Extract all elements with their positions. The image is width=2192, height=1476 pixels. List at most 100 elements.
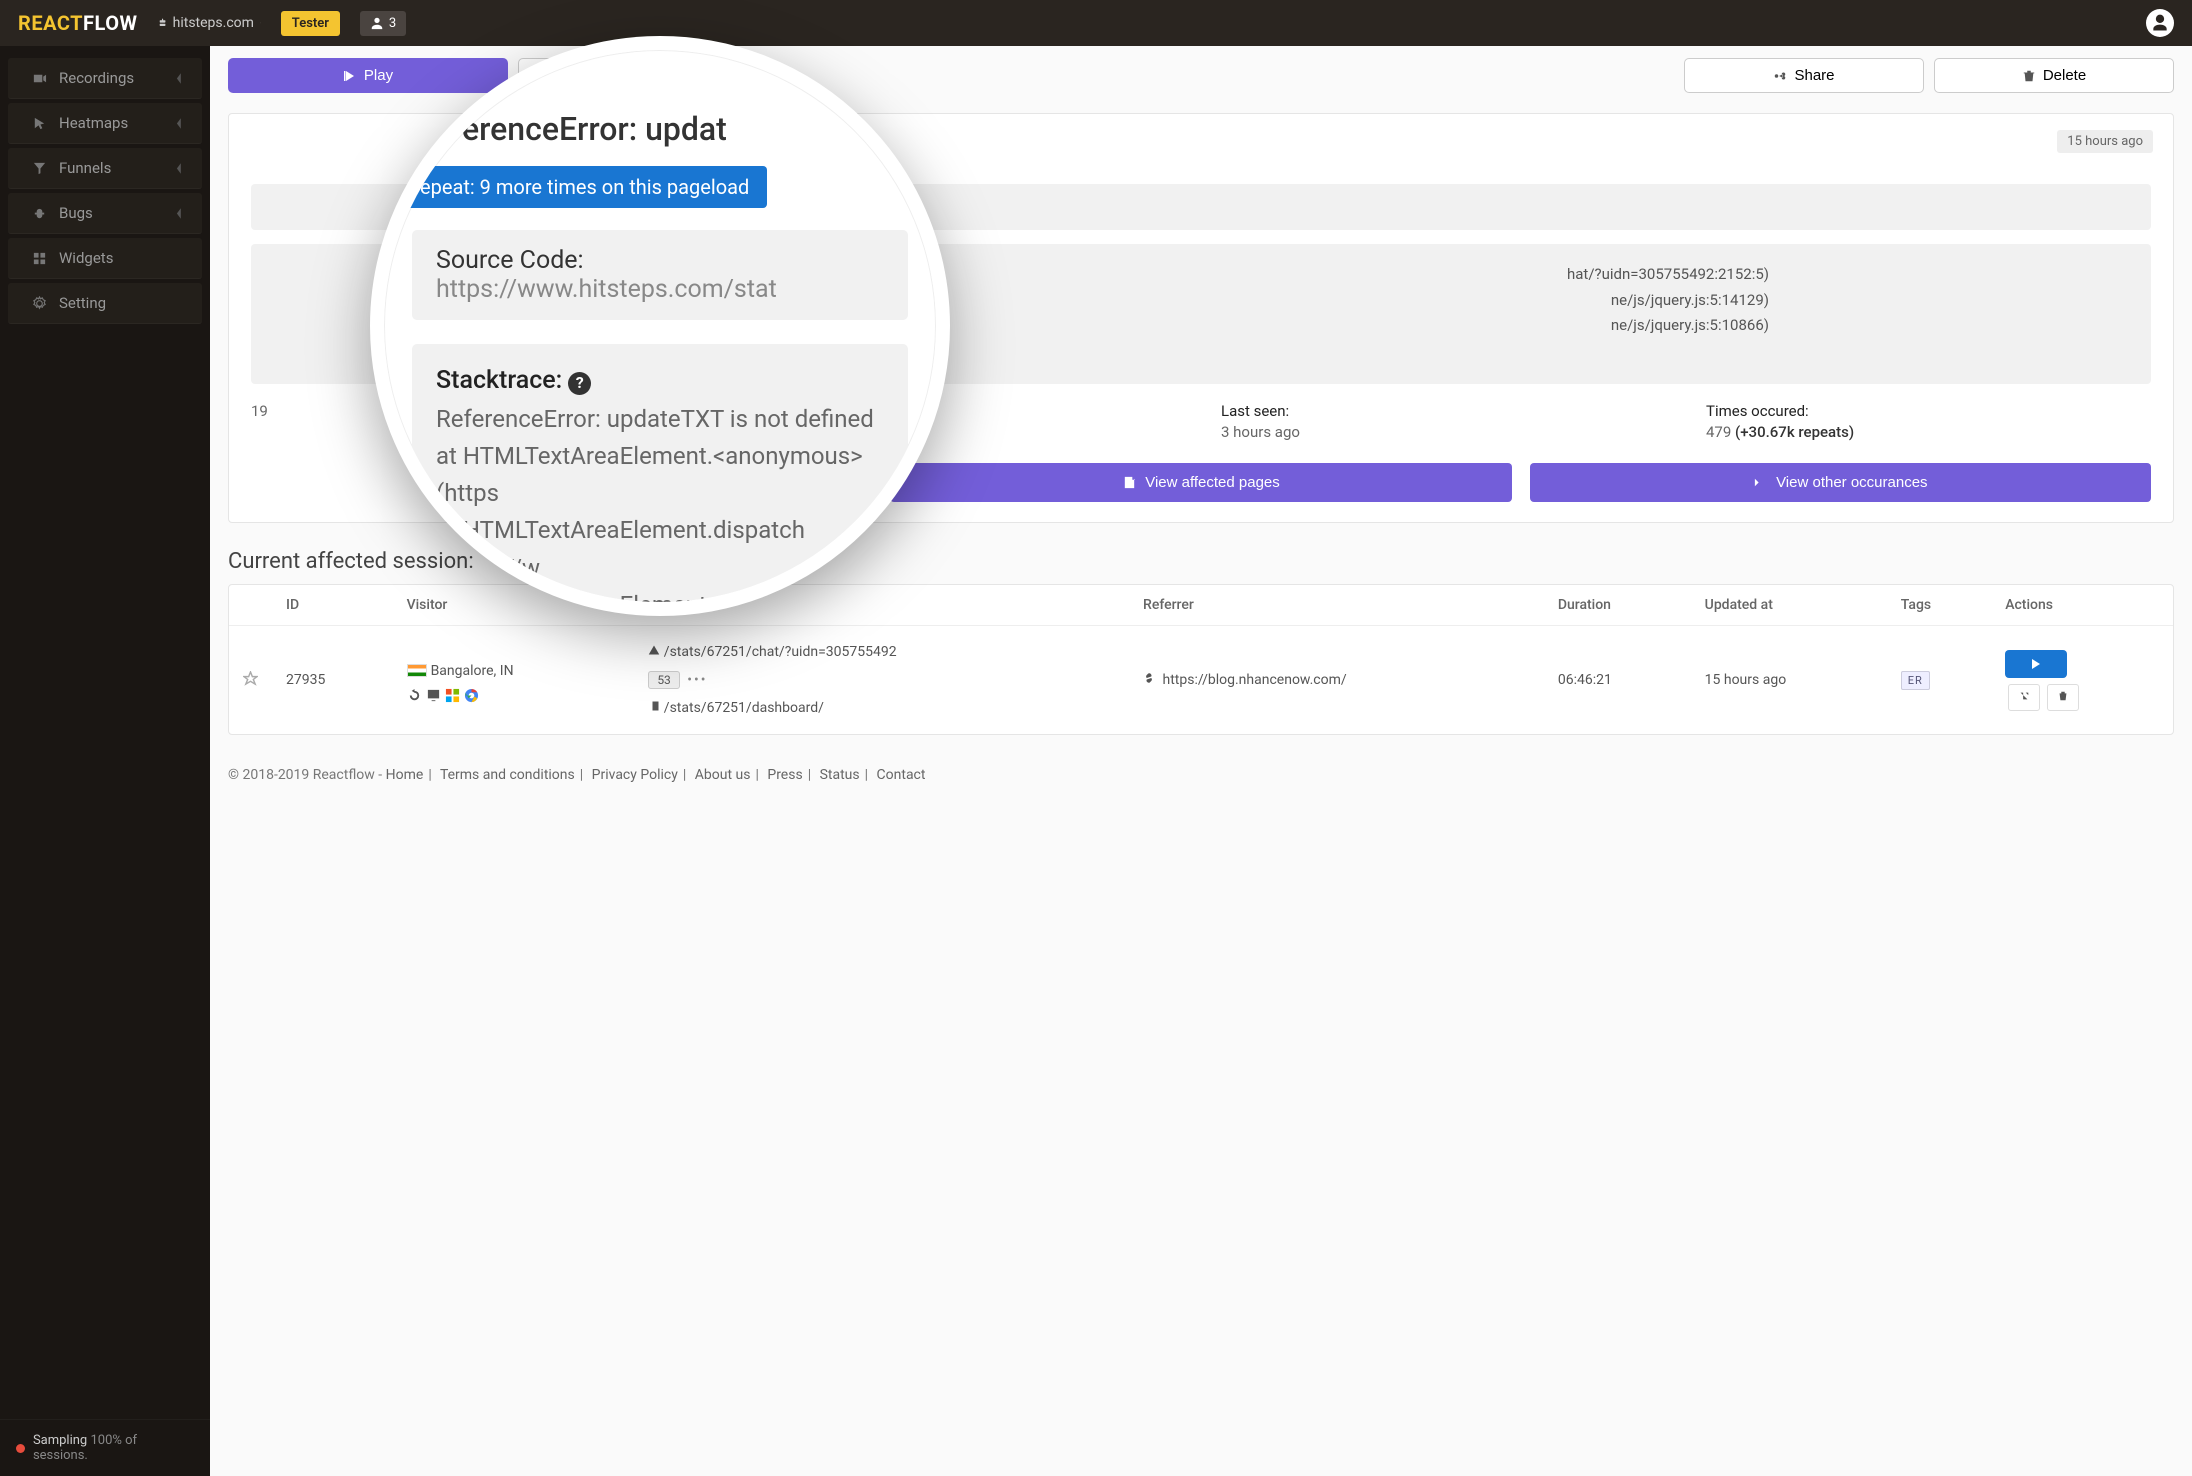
header: REACTFLOW hitsteps.com Tester 3 xyxy=(0,0,2192,46)
sidebar-item-funnels[interactable]: Funnels xyxy=(8,148,202,189)
filter-icon xyxy=(32,161,47,176)
mag-stack-line: ReferenceError: updateTXT is not defined xyxy=(436,401,884,438)
cursor-icon xyxy=(32,116,47,131)
terminal-icon xyxy=(1753,475,1768,490)
cell-duration: 06:46:21 xyxy=(1544,626,1691,735)
play-label: Play xyxy=(364,67,393,84)
cell-visitor: Bangalore, IN xyxy=(393,626,635,735)
share-icon xyxy=(2018,690,2030,702)
share-button[interactable]: Share xyxy=(1684,58,1924,93)
sessions-table: ID Visitor Pages Referrer Duration Updat… xyxy=(229,585,2173,734)
footer-link[interactable]: Press xyxy=(767,767,802,783)
col-actions: Actions xyxy=(1991,585,2173,626)
users-icon xyxy=(370,16,384,30)
sidebar-label: Funnels xyxy=(59,159,111,177)
header-left: REACTFLOW hitsteps.com Tester 3 xyxy=(18,11,406,36)
desktop-icon xyxy=(426,688,441,703)
gear-icon xyxy=(32,296,47,311)
refresh-icon xyxy=(407,688,422,703)
logo-part1: REACT xyxy=(18,11,83,35)
mag-source-value: https://www.hitsteps.com/stat xyxy=(436,275,777,304)
share-label: Share xyxy=(1794,67,1834,84)
footer-link[interactable]: Privacy Policy xyxy=(592,767,678,783)
sidebar-item-heatmaps[interactable]: Heatmaps xyxy=(8,103,202,144)
help-icon[interactable]: ? xyxy=(568,372,591,395)
sidebar-item-recordings[interactable]: Recordings xyxy=(8,58,202,99)
link-icon xyxy=(1143,672,1155,684)
cell-id: 27935 xyxy=(272,626,393,735)
view-affected-pages-button[interactable]: View affected pages xyxy=(890,463,1511,502)
mag-source-box: Source Code: https://www.hitsteps.com/st… xyxy=(412,230,908,320)
cell-updated: 15 hours ago xyxy=(1691,626,1887,735)
site-selector[interactable]: hitsteps.com xyxy=(158,15,261,31)
btn-label: View other occurances xyxy=(1776,474,1927,491)
flag-india-icon xyxy=(407,664,427,677)
play-icon xyxy=(2029,657,2043,671)
sidebar: Recordings Heatmaps Funnels Bugs xyxy=(0,46,210,1476)
star-icon[interactable] xyxy=(243,671,258,686)
footer-link[interactable]: Home xyxy=(386,767,424,783)
table-row[interactable]: 27935 Bangalore, IN xyxy=(229,626,2173,735)
sidebar-item-setting[interactable]: Setting xyxy=(8,283,202,324)
bug-icon xyxy=(32,206,47,221)
grid-icon xyxy=(32,251,47,266)
magnifier-overlay: erenceError: updat epeat: 9 more times o… xyxy=(370,36,950,616)
col-referrer: Referrer xyxy=(1129,585,1544,626)
sidebar-footer: Sampling 100% of sessions. xyxy=(0,1419,210,1476)
footer-link[interactable]: Contact xyxy=(877,767,926,783)
btn-label: View affected pages xyxy=(1145,474,1280,491)
logo[interactable]: REACTFLOW xyxy=(18,11,138,35)
share-session-button[interactable] xyxy=(2008,684,2040,711)
share-icon xyxy=(1773,69,1787,83)
video-icon xyxy=(32,71,47,86)
page-count-badge: 53 xyxy=(648,671,680,689)
sessions-table-card: ID Visitor Pages Referrer Duration Updat… xyxy=(228,584,2174,735)
chevron-left-icon xyxy=(173,162,186,175)
col-duration: Duration xyxy=(1544,585,1691,626)
user-count-value: 3 xyxy=(389,16,396,31)
main-content: Play New Share Delete 15 hours ago Sourc… xyxy=(210,46,2192,1476)
sidebar-item-widgets[interactable]: Widgets xyxy=(8,238,202,279)
play-button[interactable]: Play xyxy=(228,58,508,93)
mag-repeat-badge: epeat: 9 more times on this pageload xyxy=(402,166,767,208)
col-updated: Updated at xyxy=(1691,585,1887,626)
tag-er: ER xyxy=(1901,671,1930,690)
chevron-left-icon xyxy=(173,72,186,85)
sidebar-label: Bugs xyxy=(59,204,93,222)
delete-session-button[interactable] xyxy=(2047,684,2079,711)
caret-down-icon xyxy=(260,18,261,28)
chrome-icon xyxy=(464,688,479,703)
pages-icon xyxy=(1122,475,1137,490)
sidebar-label: Setting xyxy=(59,294,106,312)
mag-stack-label: Stacktrace: xyxy=(436,366,562,395)
footer-link[interactable]: About us xyxy=(695,767,751,783)
trash-icon xyxy=(2022,69,2036,83)
play-session-button[interactable] xyxy=(2005,650,2067,678)
cell-actions xyxy=(1991,626,2173,735)
mag-error-title: erenceError: updat xyxy=(462,110,908,148)
footer: © 2018-2019 Reactflow - Home| Terms and … xyxy=(210,753,2192,797)
stat-last-seen: Last seen: 3 hours ago xyxy=(1221,402,1666,441)
col-id: ID xyxy=(272,585,393,626)
footer-link[interactable]: Status xyxy=(820,767,860,783)
trash-icon xyxy=(2057,690,2069,702)
play-icon xyxy=(343,69,357,83)
user-count[interactable]: 3 xyxy=(360,11,406,36)
chevron-left-icon xyxy=(173,207,186,220)
delete-button[interactable]: Delete xyxy=(1934,58,2174,93)
login-icon xyxy=(648,700,660,712)
sidebar-item-bugs[interactable]: Bugs xyxy=(8,193,202,234)
site-name: hitsteps.com xyxy=(173,15,254,31)
avatar[interactable] xyxy=(2146,9,2174,37)
view-other-occurrences-button[interactable]: View other occurances xyxy=(1530,463,2151,502)
footer-link[interactable]: Terms and conditions xyxy=(440,767,575,783)
col-tags: Tags xyxy=(1887,585,1991,626)
sidebar-label: Heatmaps xyxy=(59,114,128,132)
warning-icon xyxy=(648,644,660,656)
sitemap-icon xyxy=(158,18,167,27)
sidebar-label: Widgets xyxy=(59,249,113,267)
sampling-label: Sampling xyxy=(33,1433,87,1448)
windows-icon xyxy=(445,688,460,703)
role-badge: Tester xyxy=(281,11,340,36)
mag-source-label: Source Code: xyxy=(436,246,584,275)
